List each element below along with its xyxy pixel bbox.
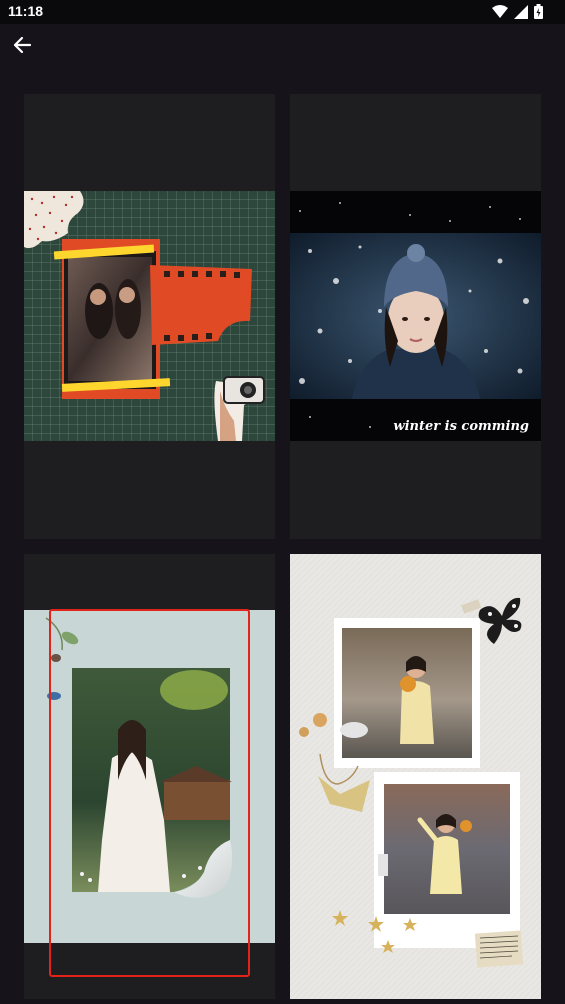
template-card-grid-scrapbook[interactable] — [24, 94, 275, 539]
template-card-polaroid-scrapbook[interactable] — [290, 554, 541, 999]
signal-icon — [514, 4, 528, 19]
template-thumbnail — [24, 191, 275, 441]
arrow-left-icon — [13, 36, 32, 54]
status-time: 11:18 — [8, 3, 44, 19]
selected-template-highlight[interactable] — [49, 609, 250, 977]
wifi-icon — [492, 4, 508, 18]
template-thumbnail: winter is comming — [290, 191, 541, 441]
template-card-winter[interactable]: winter is comming — [290, 94, 541, 539]
back-button[interactable] — [8, 33, 36, 57]
template-thumbnail — [290, 554, 541, 999]
status-bar: 11:18 — [0, 0, 565, 24]
status-icons — [492, 4, 543, 19]
battery-icon — [534, 4, 543, 19]
template-caption: winter is comming — [393, 419, 529, 434]
